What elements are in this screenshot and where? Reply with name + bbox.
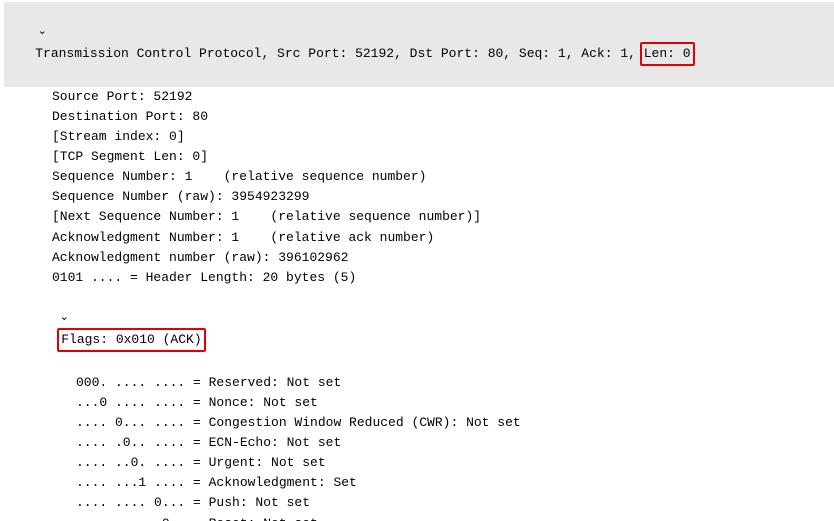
tcp-ack-relative[interactable]: Acknowledgment Number: 1 (relative ack n… [4,228,834,248]
tcp-flag-urg[interactable]: .... ..0. .... = Urgent: Not set [4,453,834,473]
tcp-next-seq[interactable]: [Next Sequence Number: 1 (relative seque… [4,207,834,227]
tcp-summary-prefix: Transmission Control Protocol, Src Port:… [35,46,644,61]
tcp-flag-reserved[interactable]: 000. .... .... = Reserved: Not set [4,373,834,393]
tcp-source-port[interactable]: Source Port: 52192 [4,87,834,107]
tcp-flag-ack[interactable]: .... ...1 .... = Acknowledgment: Set [4,473,834,493]
tcp-segment-len[interactable]: [TCP Segment Len: 0] [4,147,834,167]
tcp-len-highlight: Len: 0 [640,42,695,66]
tcp-flag-nonce[interactable]: ...0 .... .... = Nonce: Not set [4,393,834,413]
tcp-seq-relative[interactable]: Sequence Number: 1 (relative sequence nu… [4,167,834,187]
expand-toggle-icon[interactable]: ⌄ [57,309,71,326]
tcp-flags-highlight: Flags: 0x010 (ACK) [57,328,205,352]
tcp-flags-row[interactable]: ⌄ Flags: 0x010 (ACK) [4,288,834,373]
tcp-header-length[interactable]: 0101 .... = Header Length: 20 bytes (5) [4,268,834,288]
tcp-flag-cwr[interactable]: .... 0... .... = Congestion Window Reduc… [4,413,834,433]
tcp-flag-rst[interactable]: .... .... .0.. = Reset: Not set [4,514,834,521]
tcp-summary-row[interactable]: ⌄ Transmission Control Protocol, Src Por… [4,2,834,87]
packet-details-pane: ⌄ Transmission Control Protocol, Src Por… [0,0,834,521]
tcp-flag-ecn[interactable]: .... .0.. .... = ECN-Echo: Not set [4,433,834,453]
tcp-ack-raw[interactable]: Acknowledgment number (raw): 396102962 [4,248,834,268]
tcp-dest-port[interactable]: Destination Port: 80 [4,107,834,127]
tcp-seq-raw[interactable]: Sequence Number (raw): 3954923299 [4,187,834,207]
tcp-flag-psh[interactable]: .... .... 0... = Push: Not set [4,493,834,513]
expand-toggle-icon[interactable]: ⌄ [35,23,49,40]
tcp-stream-index[interactable]: [Stream index: 0] [4,127,834,147]
